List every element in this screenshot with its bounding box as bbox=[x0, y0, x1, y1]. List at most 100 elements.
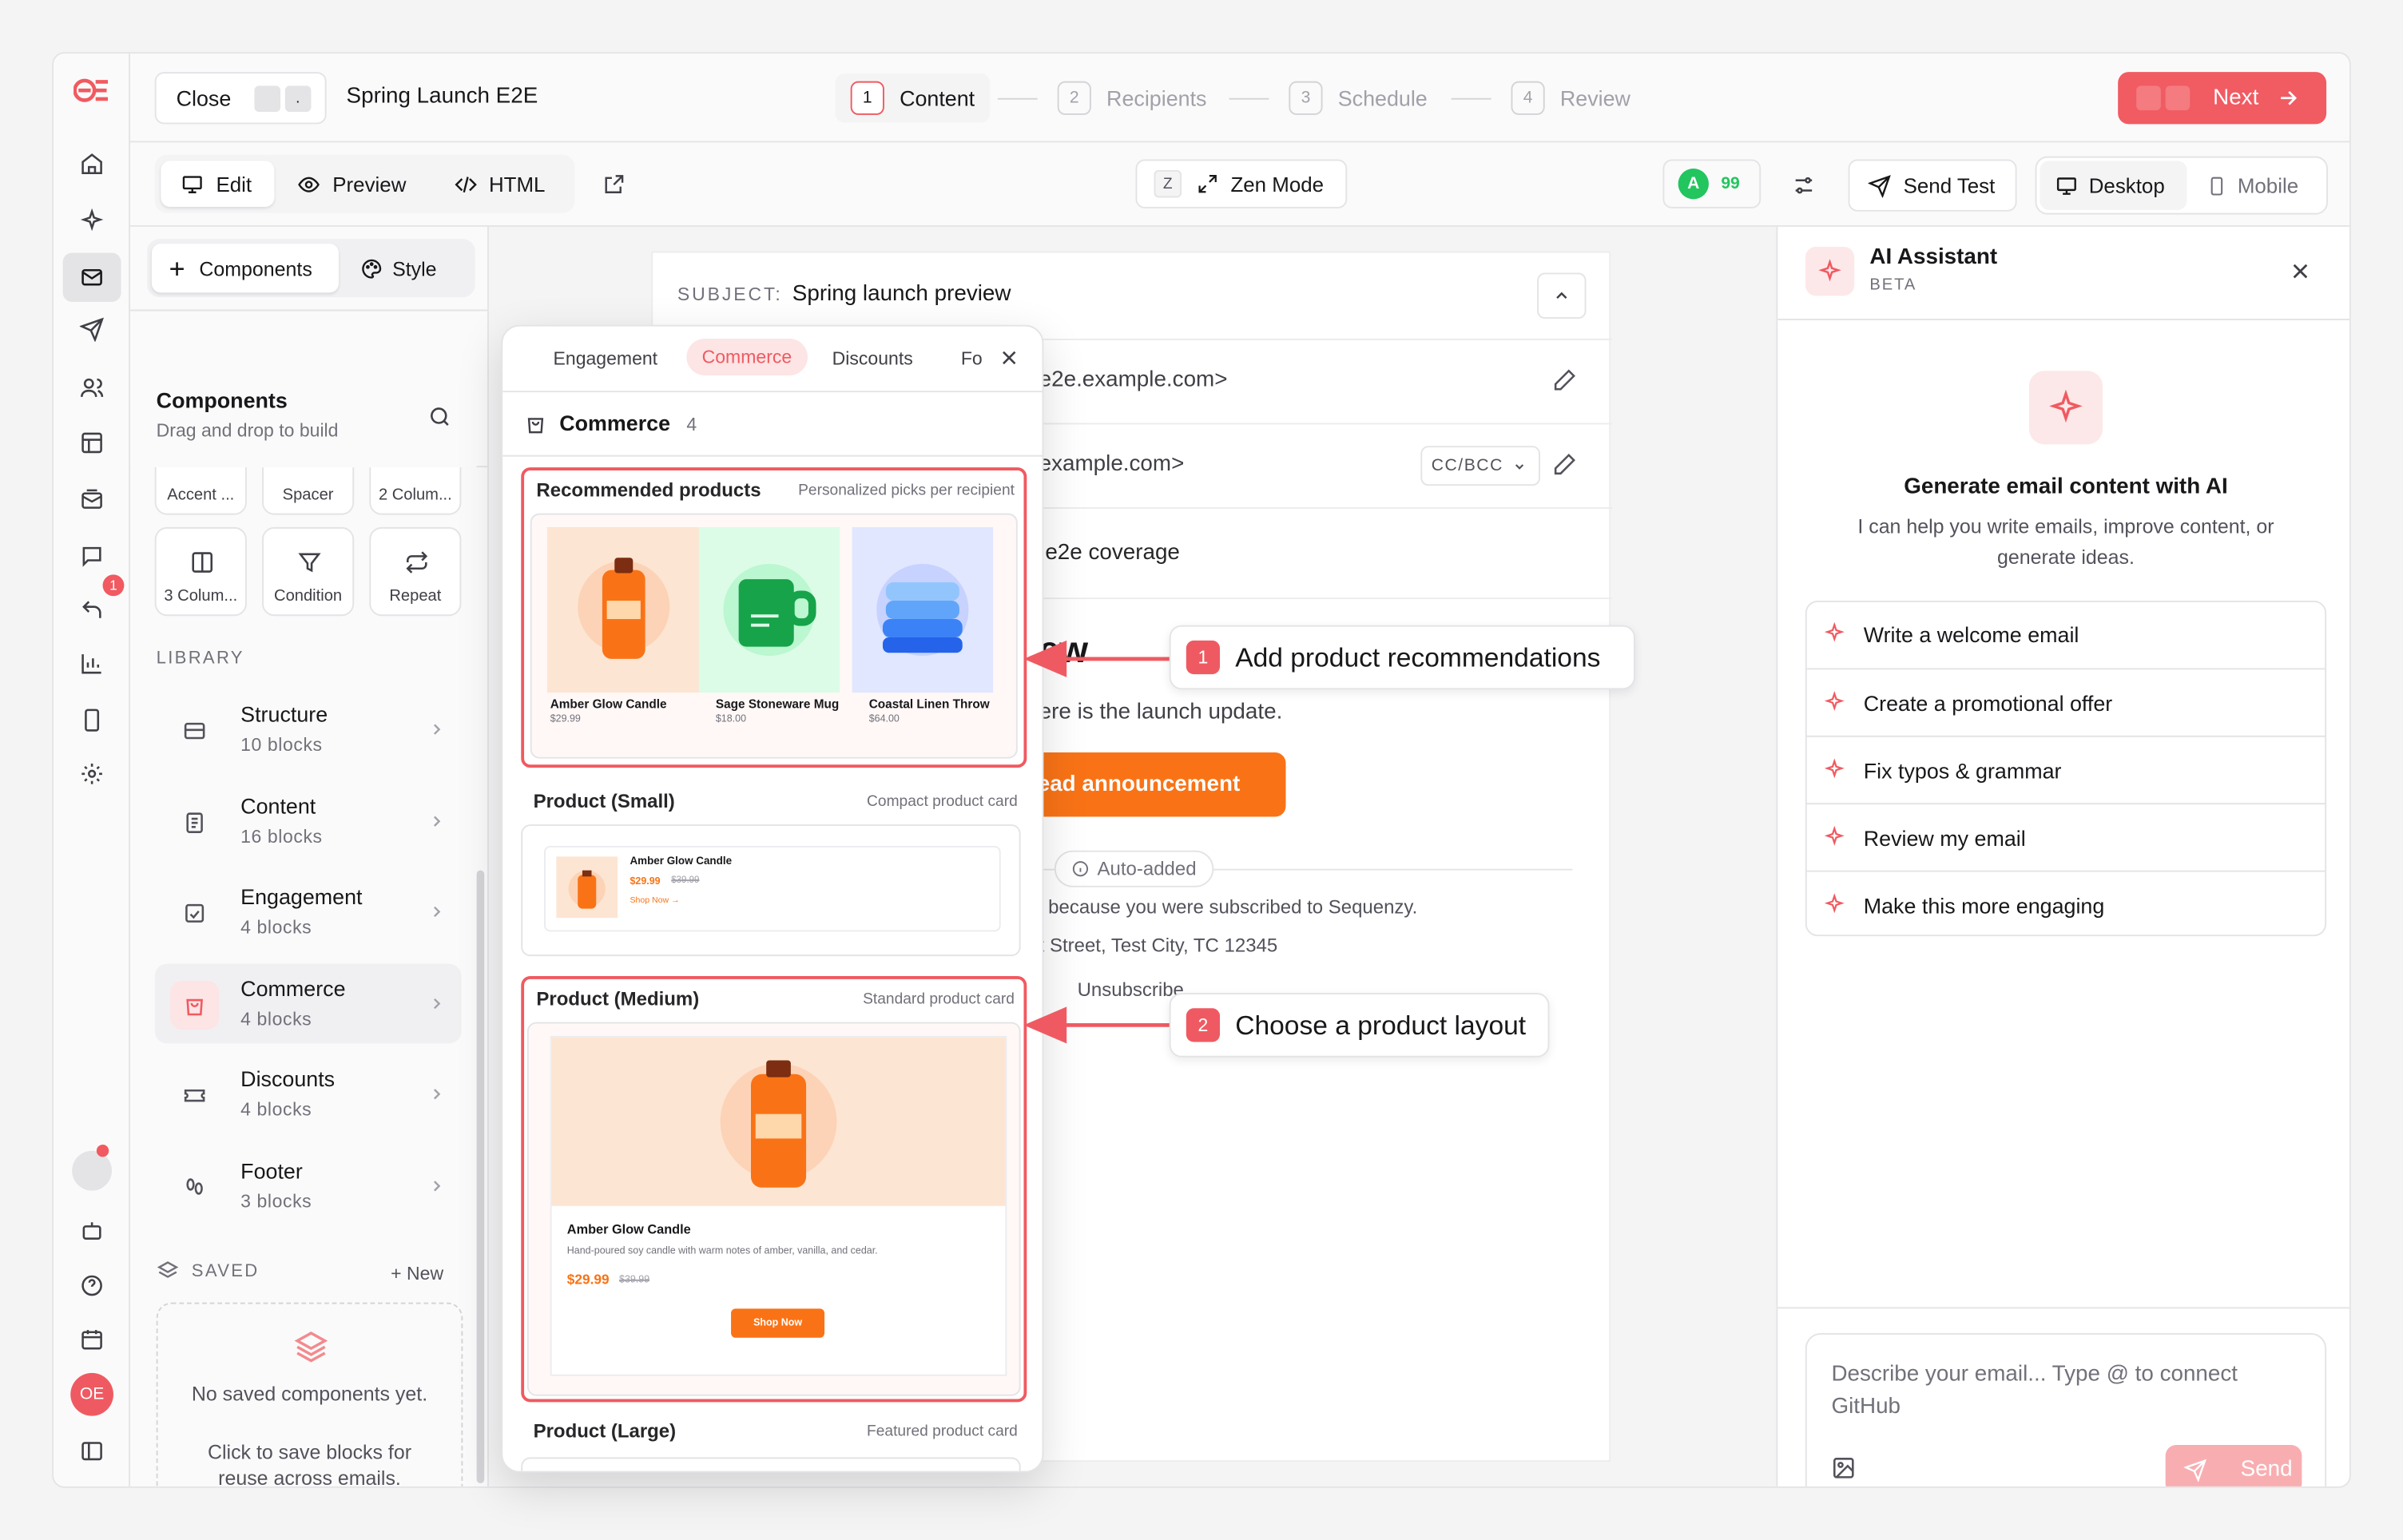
ai-prompt-input[interactable]: Describe your email... Type @ to connect… bbox=[1805, 1333, 2327, 1486]
close-icon[interactable] bbox=[2290, 260, 2311, 282]
library-structure[interactable]: Structure 10 blocks bbox=[155, 689, 462, 769]
divider bbox=[130, 309, 488, 312]
html-tab[interactable]: HTML bbox=[454, 161, 564, 207]
library-engagement[interactable]: Engagement 4 blocks bbox=[155, 872, 462, 952]
help-icon[interactable] bbox=[73, 1268, 110, 1304]
popover-tab-engagement[interactable]: Engagement bbox=[554, 347, 658, 369]
tile-repeat[interactable]: Repeat bbox=[369, 526, 462, 617]
library-discounts[interactable]: Discounts 4 blocks bbox=[155, 1054, 462, 1134]
library-footer[interactable]: Footer 3 blocks bbox=[155, 1146, 462, 1226]
pencil-icon[interactable] bbox=[1552, 367, 1577, 392]
reply-icon[interactable] bbox=[73, 592, 110, 629]
card-preview: Amber Glow Candle $29.99 $39.99 Shop Now… bbox=[521, 824, 1021, 957]
settings-icon[interactable] bbox=[73, 756, 110, 792]
cta-button[interactable]: ead announcement bbox=[1028, 752, 1286, 817]
suggestion-typos[interactable]: Fix typos & grammar bbox=[1805, 735, 2327, 803]
suggestion-label: Write a welcome email bbox=[1863, 621, 2079, 647]
card-product-medium[interactable]: Product (Medium) Standard product card A… bbox=[521, 976, 1027, 1403]
step-content[interactable]: 1 Content bbox=[835, 73, 991, 123]
shop-now-button: Shop Now bbox=[731, 1308, 825, 1338]
card-product-large[interactable]: Product (Large) Featured product card bbox=[521, 1415, 1027, 1471]
step-schedule[interactable]: 3 Schedule bbox=[1289, 81, 1428, 115]
style-tab[interactable]: Style bbox=[360, 244, 467, 292]
popover-tab-discounts[interactable]: Discounts bbox=[832, 347, 913, 369]
zen-mode-button[interactable]: Z Zen Mode bbox=[1135, 159, 1348, 208]
eye-icon bbox=[297, 173, 320, 196]
scrollbar[interactable] bbox=[476, 870, 485, 1484]
step-review[interactable]: 4 Review bbox=[1511, 81, 1630, 115]
popover-header: Commerce bbox=[559, 411, 671, 435]
status-avatar[interactable] bbox=[72, 1150, 113, 1191]
brand-logo[interactable] bbox=[73, 72, 110, 109]
suggestion-welcome[interactable]: Write a welcome email bbox=[1805, 601, 2326, 668]
sparkle-icon bbox=[1824, 758, 1845, 780]
external-link-icon[interactable] bbox=[602, 173, 626, 196]
library-label: Discounts bbox=[240, 1066, 336, 1091]
popover-tab-commerce[interactable]: Commerce bbox=[686, 338, 808, 376]
ccbcc-dropdown[interactable]: CC/BCC bbox=[1420, 446, 1540, 486]
subject-text[interactable]: Spring launch preview bbox=[792, 282, 1011, 307]
sidebar-toggle-icon[interactable] bbox=[73, 1433, 110, 1470]
analytics-icon[interactable] bbox=[73, 645, 110, 682]
auto-added-badge: Auto-added bbox=[1054, 850, 1213, 887]
shop-now-link: Shop Now → bbox=[630, 896, 680, 906]
score-button[interactable]: A 99 bbox=[1662, 159, 1762, 208]
pencil-icon[interactable] bbox=[1552, 452, 1577, 477]
next-button[interactable]: Next bbox=[2118, 72, 2327, 125]
card-product-small[interactable]: Product (Small) Compact product card Amb… bbox=[521, 781, 1027, 962]
suggestion-promo[interactable]: Create a promotional offer bbox=[1805, 668, 2327, 735]
tile-condition[interactable]: Condition bbox=[262, 526, 355, 617]
saved-empty-line2: Click to save blocks for reuse across em… bbox=[207, 1440, 412, 1488]
components-tab[interactable]: Components bbox=[151, 244, 339, 293]
users-icon[interactable] bbox=[73, 369, 110, 406]
mail-icon[interactable] bbox=[62, 252, 121, 302]
tile-3-column[interactable]: 3 Colum... bbox=[154, 526, 247, 617]
edit-tab[interactable]: Edit bbox=[161, 161, 275, 207]
step-recipients[interactable]: 2 Recipients bbox=[1057, 81, 1206, 115]
card-recommended-products[interactable]: Recommended products Personalized picks … bbox=[521, 467, 1027, 768]
search-icon[interactable] bbox=[427, 404, 452, 429]
mobile-tab[interactable]: Mobile bbox=[2204, 161, 2324, 209]
library-content[interactable]: Content 16 blocks bbox=[155, 781, 462, 861]
step-connector bbox=[997, 97, 1038, 100]
calendar-icon[interactable] bbox=[73, 1321, 110, 1358]
mailbox-icon[interactable] bbox=[73, 481, 110, 518]
chat-icon[interactable] bbox=[73, 538, 110, 574]
close-icon[interactable] bbox=[999, 347, 1019, 367]
mobile-icon[interactable] bbox=[73, 702, 110, 739]
sparkles-icon[interactable] bbox=[73, 202, 110, 239]
unsubscribe-link[interactable]: Unsubscribe bbox=[1078, 979, 1184, 1001]
preview-tab[interactable]: Preview bbox=[294, 161, 426, 207]
saved-new-button[interactable]: + New bbox=[391, 1263, 443, 1284]
structure-icon bbox=[170, 706, 219, 755]
template-icon[interactable] bbox=[73, 424, 110, 461]
send-icon[interactable] bbox=[73, 311, 110, 347]
from-address: e2e.example.com> bbox=[1039, 367, 1228, 393]
popover-tab-footer[interactable]: Fo bbox=[961, 347, 983, 369]
product-name: Amber Glow Candle bbox=[630, 856, 733, 867]
suggestion-engaging[interactable]: Make this more engaging bbox=[1805, 870, 2327, 938]
settings-sliders-icon[interactable] bbox=[1792, 173, 1817, 198]
home-icon[interactable] bbox=[73, 145, 110, 182]
library-commerce[interactable]: Commerce 4 blocks bbox=[154, 963, 462, 1044]
close-button[interactable]: Close . bbox=[154, 72, 327, 125]
zen-label: Zen Mode bbox=[1230, 172, 1325, 196]
product-thumb bbox=[556, 856, 618, 919]
commerce-popover: Engagement Commerce Discounts Fo Commerc… bbox=[501, 324, 1044, 1473]
card-preview: Amber Glow Candle $29.99 Sage Stoneware … bbox=[530, 513, 1018, 759]
suggestion-review[interactable]: Review my email bbox=[1805, 803, 2327, 870]
card-subtitle: Featured product card bbox=[867, 1423, 1018, 1441]
card-title: Product (Small) bbox=[533, 790, 675, 812]
user-avatar[interactable]: OE bbox=[70, 1372, 113, 1416]
image-icon[interactable] bbox=[1831, 1455, 1856, 1480]
chevron-right-icon bbox=[427, 903, 446, 921]
preview-label: Preview bbox=[332, 172, 407, 196]
send-button[interactable]: Send bbox=[2165, 1445, 2302, 1486]
components-panel: Components Style Components Drag and dro… bbox=[130, 226, 489, 1488]
icon-rail: 1 OE bbox=[54, 54, 131, 1486]
send-test-button[interactable]: Send Test bbox=[1848, 159, 2017, 212]
desktop-tab[interactable]: Desktop bbox=[2040, 161, 2187, 210]
collapse-button[interactable] bbox=[1537, 272, 1587, 320]
bot-icon[interactable] bbox=[73, 1212, 110, 1248]
document-icon bbox=[170, 798, 219, 847]
